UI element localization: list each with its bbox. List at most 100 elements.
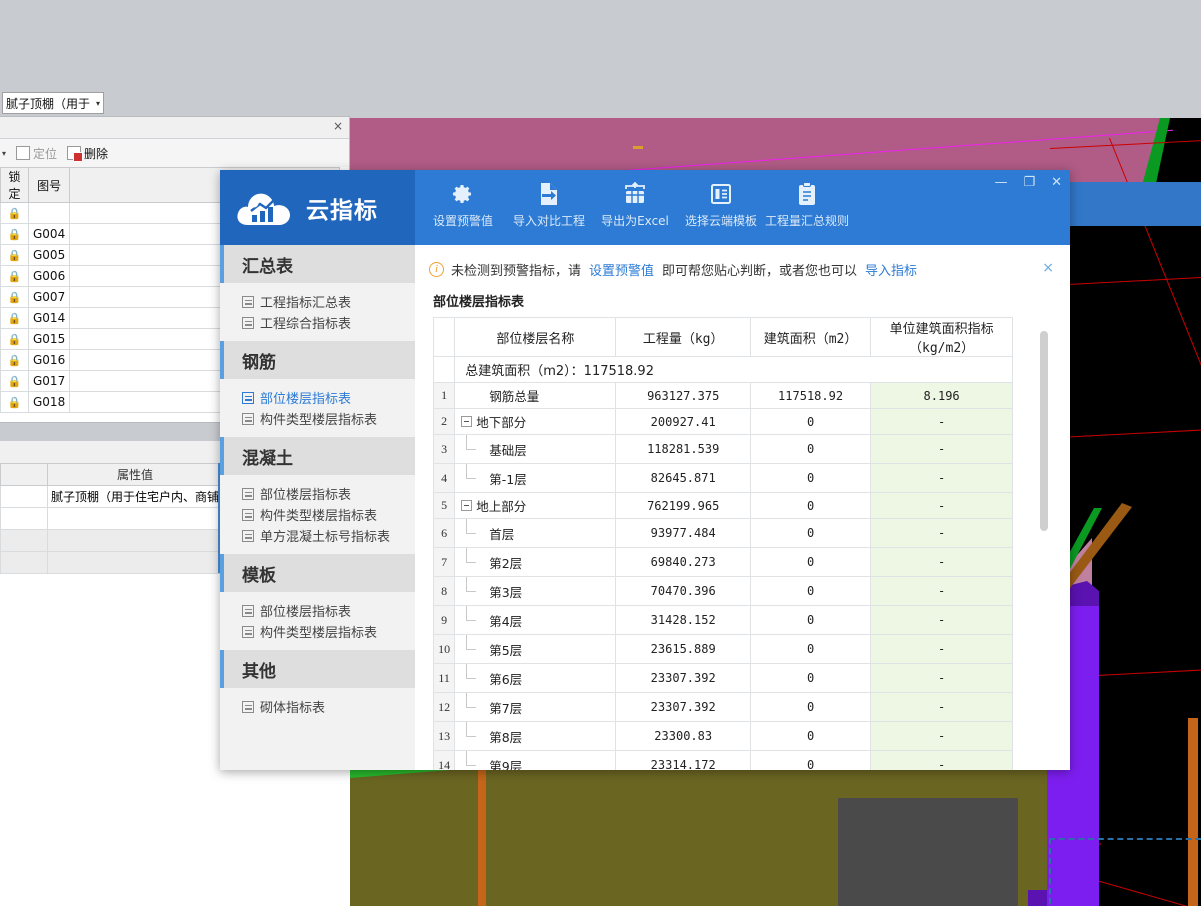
row-quantity-cell[interactable]: 23307.392	[615, 663, 751, 693]
drawing-number-cell[interactable]	[27, 202, 71, 224]
row-area-cell[interactable]: 0	[749, 576, 872, 606]
lock-icon[interactable]: 🔒	[0, 328, 29, 350]
material-combobox[interactable]: 腻子顶棚（用于 ▾	[2, 92, 104, 114]
col-header-drawing-no[interactable]: 图号	[27, 167, 71, 203]
row-area-cell[interactable]: 0	[749, 721, 872, 751]
row-quantity-cell[interactable]: 762199.965	[615, 492, 751, 519]
drawing-number-cell[interactable]: G015	[27, 328, 71, 350]
notice-close-icon[interactable]: ×	[1042, 260, 1054, 276]
property-table[interactable]: 属性值 腻子顶棚（用于住宅户内、商铺	[0, 463, 224, 574]
row-index-cell[interactable]: -	[870, 518, 1013, 548]
select-cloud-template-button[interactable]: 选择云端模板	[678, 180, 764, 229]
import-compare-project-button[interactable]: 导入对比工程	[506, 180, 592, 229]
close-button[interactable]: ✕	[1051, 176, 1062, 189]
lock-icon[interactable]: 🔒	[0, 202, 29, 224]
property-row-value[interactable]	[46, 551, 224, 574]
row-quantity-cell[interactable]: 963127.375	[615, 382, 751, 409]
table-row[interactable]: 12 第7层 23307.392 0-	[433, 692, 1013, 722]
collapse-icon[interactable]	[461, 416, 473, 427]
drawing-number-cell[interactable]: G004	[27, 223, 71, 245]
row-index-cell[interactable]: -	[870, 434, 1013, 464]
row-name-cell[interactable]: 地上部分	[454, 492, 617, 519]
row-index-cell[interactable]: -	[870, 605, 1013, 635]
lock-icon[interactable]: 🔒	[0, 391, 29, 413]
metrics-table-scrollbar[interactable]	[1040, 325, 1048, 745]
row-index-cell[interactable]: -	[870, 634, 1013, 664]
row-index-cell[interactable]: -	[870, 408, 1013, 435]
table-row[interactable]: 3 基础层 118281.539 0-	[433, 434, 1013, 464]
row-quantity-cell[interactable]: 23307.392	[615, 692, 751, 722]
sidebar-item-构件类型楼层指标表[interactable]: 构件类型楼层指标表	[220, 621, 415, 642]
property-row-value[interactable]: 腻子顶棚（用于住宅户内、商铺	[46, 485, 224, 508]
row-quantity-cell[interactable]: 69840.273	[615, 547, 751, 577]
sidebar-item-工程指标汇总表[interactable]: 工程指标汇总表	[220, 291, 415, 312]
row-name-cell[interactable]: 第3层	[454, 576, 617, 606]
row-quantity-cell[interactable]: 118281.539	[615, 434, 751, 464]
export-to-excel-button[interactable]: 导出为Excel	[592, 180, 678, 229]
property-table-row[interactable]	[0, 551, 224, 574]
property-table-row[interactable]	[0, 507, 224, 530]
table-row[interactable]: 14 第9层 23314.172 0-	[433, 750, 1013, 770]
table-row[interactable]: 8 第3层 70470.396 0-	[433, 576, 1013, 606]
row-name-cell[interactable]: 第9层	[454, 750, 617, 770]
row-index-cell[interactable]: -	[870, 576, 1013, 606]
row-index-cell[interactable]: -	[870, 463, 1013, 493]
col-header-lock[interactable]: 锁定	[0, 167, 29, 203]
row-quantity-cell[interactable]: 31428.152	[615, 605, 751, 635]
row-quantity-cell[interactable]: 93977.484	[615, 518, 751, 548]
row-quantity-cell[interactable]: 70470.396	[615, 576, 751, 606]
property-row-value[interactable]	[46, 507, 224, 530]
drawing-number-cell[interactable]: G017	[27, 370, 71, 392]
sidebar-item-部位楼层指标表[interactable]: 部位楼层指标表	[220, 600, 415, 621]
col-header-index[interactable]: 单位建筑面积指标（kg/m2）	[870, 317, 1013, 357]
lock-icon[interactable]: 🔒	[0, 223, 29, 245]
row-index-cell[interactable]: -	[870, 663, 1013, 693]
delete-button[interactable]: 删除	[67, 145, 108, 162]
row-name-cell[interactable]: 第4层	[454, 605, 617, 635]
maximize-button[interactable]: ❐	[1023, 176, 1035, 189]
collapse-icon[interactable]	[461, 500, 473, 511]
row-area-cell[interactable]: 0	[749, 408, 872, 435]
row-area-cell[interactable]: 0	[749, 547, 872, 577]
drawing-number-cell[interactable]: G005	[27, 244, 71, 266]
row-quantity-cell[interactable]: 82645.871	[615, 463, 751, 493]
row-index-cell[interactable]: -	[870, 692, 1013, 722]
table-row[interactable]: 6 首层 93977.484 0-	[433, 518, 1013, 548]
table-row[interactable]: 1 钢筋总量 963127.375 117518.92 8.196	[433, 382, 1013, 409]
metrics-table-scroll-thumb[interactable]	[1040, 331, 1048, 531]
sidebar-item-构件类型楼层指标表[interactable]: 构件类型楼层指标表	[220, 504, 415, 525]
row-area-cell[interactable]: 0	[749, 492, 872, 519]
row-area-cell[interactable]: 0	[749, 434, 872, 464]
row-quantity-cell[interactable]: 23314.172	[615, 750, 751, 770]
chevron-down-icon[interactable]: ▾	[2, 149, 6, 158]
table-row[interactable]: 10 第5层 23615.889 0-	[433, 634, 1013, 664]
lock-icon[interactable]: 🔒	[0, 244, 29, 266]
drawing-number-cell[interactable]: G016	[27, 349, 71, 371]
row-name-cell[interactable]: 第7层	[454, 692, 617, 722]
row-area-cell[interactable]: 0	[749, 605, 872, 635]
row-area-cell[interactable]: 0	[749, 463, 872, 493]
close-icon[interactable]: ×	[333, 119, 343, 133]
set-warning-value-link[interactable]: 设置预警值	[589, 260, 654, 279]
sidebar-item-部位楼层指标表[interactable]: 部位楼层指标表	[220, 483, 415, 504]
row-area-cell[interactable]: 0	[749, 750, 872, 770]
minimize-button[interactable]: —	[994, 176, 1007, 189]
row-area-cell[interactable]: 0	[749, 634, 872, 664]
row-area-cell[interactable]: 0	[749, 518, 872, 548]
table-row[interactable]: 13 第8层 23300.83 0-	[433, 721, 1013, 751]
col-header-quantity[interactable]: 工程量（kg）	[615, 317, 751, 357]
row-area-cell[interactable]: 0	[749, 663, 872, 693]
row-quantity-cell[interactable]: 23300.83	[615, 721, 751, 751]
table-row[interactable]: 4 第-1层 82645.871 0-	[433, 463, 1013, 493]
import-metrics-link[interactable]: 导入指标	[865, 260, 917, 279]
row-index-cell[interactable]: -	[870, 750, 1013, 770]
metrics-table[interactable]: 总建筑面积（m2）：117518.92 部位楼层名称 工程量（kg） 建筑面积（…	[433, 317, 1013, 770]
property-table-row[interactable]: 腻子顶棚（用于住宅户内、商铺	[0, 485, 224, 508]
row-area-cell[interactable]: 0	[749, 692, 872, 722]
row-area-cell[interactable]: 117518.92	[749, 382, 872, 409]
row-name-cell[interactable]: 第8层	[454, 721, 617, 751]
set-warning-value-button[interactable]: 设置预警值	[420, 180, 506, 229]
row-name-cell[interactable]: 第2层	[454, 547, 617, 577]
lock-icon[interactable]: 🔒	[0, 265, 29, 287]
chevron-down-icon[interactable]: ▾	[96, 99, 100, 108]
